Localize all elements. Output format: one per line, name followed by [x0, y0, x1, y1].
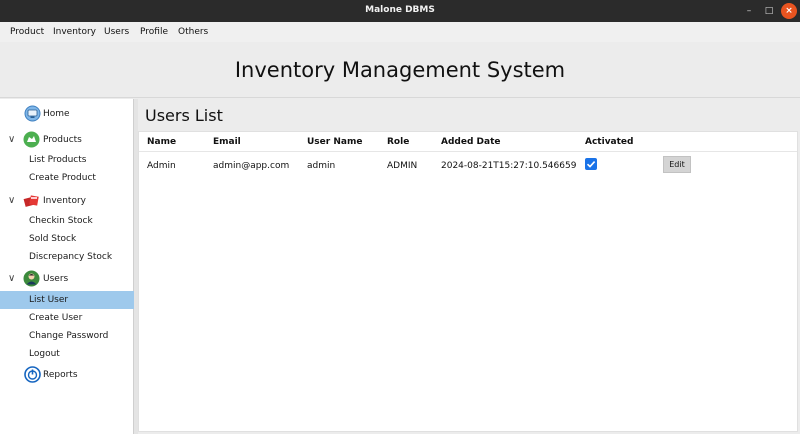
sidebar-change-password-label: Change Password [29, 331, 109, 341]
sidebar-item-change-password[interactable]: Change Password [0, 327, 134, 345]
page-title: Users List [145, 106, 223, 125]
main-panel: Users List Name Email User Name Role Add… [138, 99, 800, 434]
sidebar-item-users[interactable]: ∨ Users [0, 270, 134, 289]
sidebar-nav: Home ∨ Products List Products Create Pro… [0, 99, 134, 434]
window-titlebar: Malone DBMS – □ × [0, 0, 800, 22]
sidebar-item-checkin-stock[interactable]: Checkin Stock [0, 212, 134, 230]
cell-name: Admin [147, 161, 176, 171]
column-header-name[interactable]: Name [147, 137, 176, 147]
menu-others[interactable]: Others [178, 27, 208, 37]
sidebar-logout-label: Logout [29, 349, 60, 359]
sidebar-item-reports[interactable]: Reports [0, 366, 134, 385]
sidebar-checkin-stock-label: Checkin Stock [29, 216, 93, 226]
sidebar-inventory-label: Inventory [43, 196, 86, 206]
sidebar-item-logout[interactable]: Logout [0, 345, 134, 363]
sidebar-create-user-label: Create User [29, 313, 83, 323]
inventory-boxes-icon [23, 195, 39, 207]
sidebar-discrepancy-stock-label: Discrepancy Stock [29, 252, 113, 262]
edit-button[interactable]: Edit [663, 156, 691, 173]
expand-arrow-icon[interactable]: ∨ [8, 134, 15, 145]
sidebar-users-label: Users [43, 274, 69, 284]
cell-email: admin@app.com [213, 161, 290, 171]
sidebar-create-product-label: Create Product [29, 173, 96, 183]
sidebar-item-list-products[interactable]: List Products [0, 151, 134, 169]
app-title: Inventory Management System [234, 58, 566, 82]
reports-power-icon [24, 366, 41, 383]
expand-arrow-icon[interactable]: ∨ [8, 195, 15, 206]
window-title: Malone DBMS [365, 5, 435, 15]
close-button[interactable]: × [781, 3, 797, 19]
sidebar-item-list-user[interactable]: List User [0, 291, 134, 309]
sidebar-products-label: Products [43, 135, 82, 145]
header-divider [139, 151, 797, 152]
sidebar-sold-stock-label: Sold Stock [29, 234, 77, 244]
sidebar-list-products-label: List Products [29, 155, 87, 165]
expand-arrow-icon[interactable]: ∨ [8, 273, 15, 284]
sidebar-item-sold-stock[interactable]: Sold Stock [0, 230, 134, 248]
menu-profile[interactable]: Profile [140, 27, 168, 37]
menubar: Product Inventory Users Profile Others [0, 22, 800, 42]
menu-product[interactable]: Product [10, 27, 44, 37]
cell-added-date: 2024-08-21T15:27:10.546659 [441, 161, 577, 171]
sidebar-home-label: Home [43, 109, 70, 119]
maximize-button[interactable]: □ [761, 3, 777, 19]
column-header-activated[interactable]: Activated [585, 137, 633, 147]
column-header-role[interactable]: Role [387, 137, 409, 147]
minimize-button[interactable]: – [741, 3, 757, 19]
activated-checkbox[interactable] [585, 158, 597, 170]
users-table: Name Email User Name Role Added Date Act… [138, 131, 798, 432]
sidebar-item-create-user[interactable]: Create User [0, 309, 134, 327]
column-header-email[interactable]: Email [213, 137, 241, 147]
sidebar-item-home[interactable]: Home [0, 105, 134, 124]
menu-users[interactable]: Users [104, 27, 129, 37]
column-header-added-date[interactable]: Added Date [441, 137, 500, 147]
column-header-username[interactable]: User Name [307, 137, 362, 147]
sidebar-item-products[interactable]: ∨ Products [0, 131, 134, 150]
cell-role: ADMIN [387, 161, 418, 171]
app-header: Inventory Management System [0, 42, 800, 98]
sidebar-item-create-product[interactable]: Create Product [0, 169, 134, 187]
sidebar-item-discrepancy-stock[interactable]: Discrepancy Stock [0, 248, 134, 266]
products-icon [23, 131, 40, 148]
user-avatar-icon [23, 270, 40, 287]
menu-inventory[interactable]: Inventory [53, 27, 96, 37]
cell-username: admin [307, 161, 336, 171]
sidebar-list-user-label: List User [29, 295, 69, 305]
sidebar-item-inventory[interactable]: ∨ Inventory [0, 193, 134, 211]
home-monitor-icon [24, 105, 41, 122]
sidebar-reports-label: Reports [43, 370, 78, 380]
